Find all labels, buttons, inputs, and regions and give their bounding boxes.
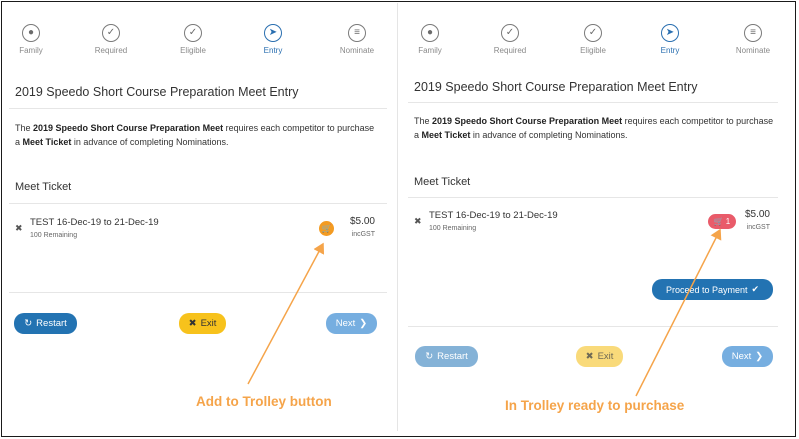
arrow-add-to-trolley [247, 242, 325, 385]
arrow-in-trolley [635, 228, 722, 397]
annotation-add-to-trolley: Add to Trolley button [196, 394, 332, 409]
annotation-in-trolley: In Trolley ready to purchase [505, 398, 685, 413]
annotation-arrows [247, 228, 722, 397]
